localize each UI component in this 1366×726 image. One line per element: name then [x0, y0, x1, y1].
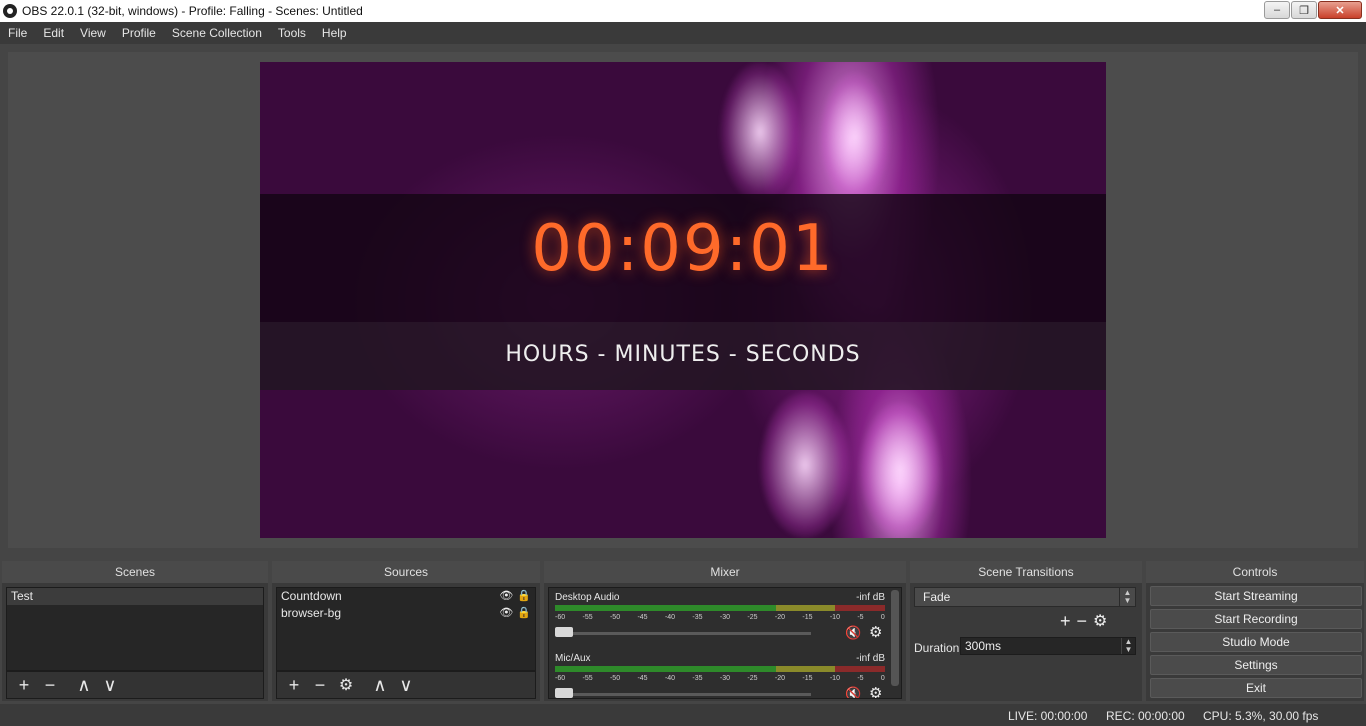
add-scene-button[interactable]: +: [11, 674, 37, 696]
scenes-title: Scenes: [2, 561, 268, 583]
mute-icon[interactable]: 🔇: [845, 686, 861, 698]
channel-name: Mic/Aux: [555, 653, 591, 664]
exit-button[interactable]: Exit: [1150, 678, 1362, 698]
menu-edit[interactable]: Edit: [35, 26, 72, 40]
menu-view[interactable]: View: [72, 26, 114, 40]
move-source-down-button[interactable]: ∨: [393, 674, 419, 696]
status-bar: LIVE: 00:00:00 REC: 00:00:00 CPU: 5.3%, …: [0, 704, 1366, 726]
rec-status: REC: 00:00:00: [1106, 709, 1185, 723]
transitions-title: Scene Transitions: [910, 561, 1142, 583]
channel-db: -inf dB: [856, 592, 885, 603]
transition-toolbar: + − ⚙: [1060, 611, 1107, 632]
transition-select[interactable]: Fade ▲ ▼: [914, 587, 1136, 607]
restore-button[interactable]: ❐: [1291, 1, 1317, 19]
mixer-scrollbar[interactable]: [891, 590, 899, 686]
preview-canvas[interactable]: 00:09:01 HOURS - MINUTES - SECONDS: [260, 62, 1106, 538]
settings-button[interactable]: Settings: [1150, 655, 1362, 675]
source-properties-gear-icon[interactable]: ⚙: [333, 674, 359, 696]
volume-slider-handle[interactable]: [555, 688, 573, 698]
source-item[interactable]: Countdown 👁 🔒: [277, 588, 535, 605]
menu-file[interactable]: File: [0, 26, 35, 40]
volume-slider-handle[interactable]: [555, 627, 573, 637]
eye-icon[interactable]: 👁: [499, 588, 513, 605]
controls-dock: Controls Start Streaming Start Recording…: [1146, 561, 1364, 701]
source-name: Countdown: [281, 589, 342, 603]
minimize-button[interactable]: ‒: [1264, 1, 1290, 19]
mixer-channel-mic-aux: Mic/Aux -inf dB -60 -55 -50 -45 -40 -35 -30 -25…: [553, 653, 887, 698]
spin-arrows-icon[interactable]: ▲ ▼: [1121, 638, 1135, 654]
mixer-panel: Desktop Audio -inf dB -60 -55 -50 -45 -40 -35…: [548, 587, 902, 699]
start-streaming-button[interactable]: Start Streaming: [1150, 586, 1362, 606]
menu-help[interactable]: Help: [314, 26, 355, 40]
transition-properties-gear-icon[interactable]: ⚙: [1093, 611, 1107, 632]
source-item[interactable]: browser-bg 👁 🔒: [277, 605, 535, 622]
menu-scene-collection[interactable]: Scene Collection: [164, 26, 270, 40]
controls-title: Controls: [1146, 561, 1364, 583]
meter-ticks: -60 -55 -50 -45 -40 -35 -30 -25 -20 -15 -10 -5 0: [555, 675, 885, 682]
countdown-timer: 00:09:01: [531, 212, 835, 286]
duration-input[interactable]: 300ms ▲ ▼: [960, 637, 1136, 655]
sources-dock: Sources Countdown 👁 🔒 browser-bg 👁 🔒 + −…: [272, 561, 540, 701]
channel-db: -inf dB: [856, 653, 885, 664]
move-scene-down-button[interactable]: ∨: [97, 674, 123, 696]
volume-slider[interactable]: [555, 632, 811, 635]
sources-toolbar: + − ⚙ ∧ ∨: [276, 671, 536, 699]
menu-tools[interactable]: Tools: [270, 26, 314, 40]
countdown-label: HOURS - MINUTES - SECONDS: [505, 342, 861, 367]
menu-profile[interactable]: Profile: [114, 26, 164, 40]
source-name: browser-bg: [281, 606, 342, 620]
flame-decoration: [720, 62, 800, 202]
flame-decoration: [760, 392, 850, 538]
volume-meter: [555, 666, 885, 672]
lock-icon[interactable]: 🔒: [517, 605, 531, 622]
window-title: OBS 22.0.1 (32-bit, windows) - Profile: …: [22, 4, 363, 18]
remove-scene-button[interactable]: −: [37, 674, 63, 696]
live-status: LIVE: 00:00:00: [1008, 709, 1088, 723]
remove-transition-button[interactable]: −: [1077, 611, 1088, 632]
volume-meter: [555, 605, 885, 611]
lock-icon[interactable]: 🔒: [517, 588, 531, 605]
cpu-status: CPU: 5.3%, 30.00 fps: [1203, 709, 1319, 723]
volume-slider[interactable]: [555, 693, 811, 696]
flame-decoration: [860, 402, 940, 538]
combo-arrows-icon: ▲ ▼: [1119, 588, 1135, 606]
sources-title: Sources: [272, 561, 540, 583]
flame-decoration: [820, 72, 890, 202]
add-source-button[interactable]: +: [281, 674, 307, 696]
sources-list[interactable]: Countdown 👁 🔒 browser-bg 👁 🔒: [276, 587, 536, 671]
add-transition-button[interactable]: +: [1060, 611, 1071, 632]
mixer-title: Mixer: [544, 561, 906, 583]
channel-name: Desktop Audio: [555, 592, 620, 603]
meter-ticks: -60 -55 -50 -45 -40 -35 -30 -25 -20 -15 -10 -5 0: [555, 614, 885, 621]
move-scene-up-button[interactable]: ∧: [71, 674, 97, 696]
scenes-toolbar: + − ∧ ∨: [6, 671, 264, 699]
window-controls: ‒ ❐ ✕: [1263, 1, 1362, 19]
mixer-dock: Mixer Desktop Audio -inf dB -60 -55 -50 -45…: [544, 561, 906, 701]
close-button[interactable]: ✕: [1318, 1, 1362, 19]
mute-icon[interactable]: 🔇: [845, 625, 861, 641]
studio-mode-button[interactable]: Studio Mode: [1150, 632, 1362, 652]
duration-label: Duration: [914, 641, 960, 655]
obs-logo-icon: [3, 4, 17, 18]
menu-bar: File Edit View Profile Scene Collection …: [0, 22, 1366, 44]
eye-icon[interactable]: 👁: [499, 605, 513, 622]
gear-icon[interactable]: ⚙: [869, 623, 882, 641]
start-recording-button[interactable]: Start Recording: [1150, 609, 1362, 629]
scenes-list[interactable]: Test: [6, 587, 264, 671]
mixer-channel-desktop-audio: Desktop Audio -inf dB -60 -55 -50 -45 -40 -35…: [553, 592, 887, 650]
scene-transitions-dock: Scene Transitions Fade ▲ ▼ + − ⚙ Duration…: [910, 561, 1142, 701]
gear-icon[interactable]: ⚙: [869, 684, 882, 698]
title-bar: OBS 22.0.1 (32-bit, windows) - Profile: …: [0, 0, 1366, 22]
scene-item[interactable]: Test: [7, 588, 263, 605]
move-source-up-button[interactable]: ∧: [367, 674, 393, 696]
remove-source-button[interactable]: −: [307, 674, 333, 696]
scenes-dock: Scenes Test + − ∧ ∨: [2, 561, 268, 701]
